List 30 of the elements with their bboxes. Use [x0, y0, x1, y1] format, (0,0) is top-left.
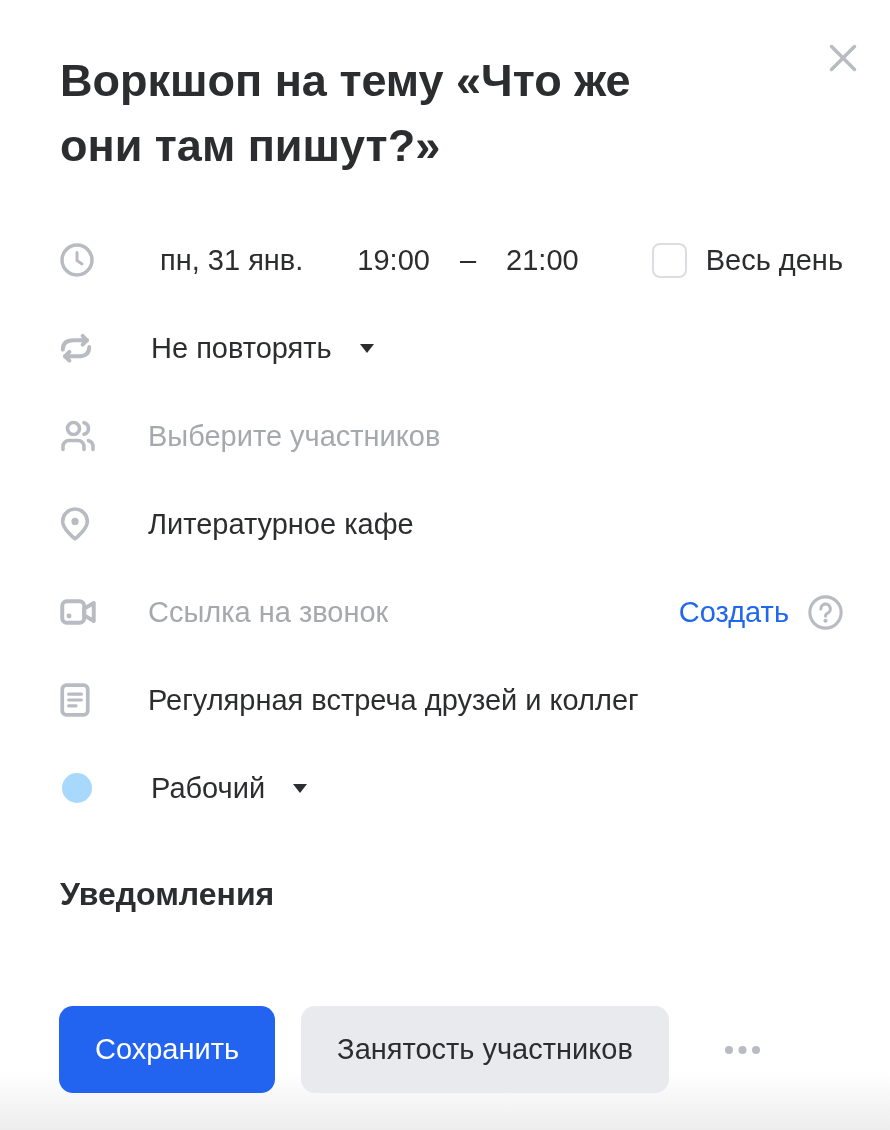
- close-button[interactable]: [829, 44, 857, 72]
- more-button[interactable]: [724, 1045, 760, 1054]
- more-icon: [724, 1045, 760, 1054]
- help-icon: [808, 594, 843, 630]
- all-day-checkbox[interactable]: [651, 242, 687, 278]
- note-icon: [60, 683, 90, 717]
- map-pin-icon: [60, 507, 90, 541]
- video-camera-icon: [60, 599, 96, 625]
- repeat-dropdown[interactable]: Не повторять: [148, 331, 374, 365]
- calendar-dropdown[interactable]: Рабочий: [148, 771, 308, 805]
- people-icon: [60, 418, 96, 454]
- create-link[interactable]: Создать: [678, 595, 789, 629]
- caret-icon: [293, 783, 308, 793]
- repeat-icon: [60, 333, 92, 363]
- event-title: Воркшоп на тему «Что же они там пишут?»: [60, 54, 632, 173]
- caret-icon: [359, 343, 374, 353]
- all-day-label[interactable]: Весь день: [705, 243, 843, 277]
- save-button[interactable]: Сохранить: [59, 1006, 276, 1093]
- close-icon: [829, 44, 857, 72]
- time-separator: –: [459, 243, 477, 277]
- end-time-picker[interactable]: 21:00: [506, 243, 579, 277]
- call-link-field[interactable]: Ссылка на звонок: [148, 590, 663, 634]
- clock-icon: [60, 243, 94, 277]
- date-picker[interactable]: пн, 31 янв.: [160, 243, 304, 277]
- availability-button[interactable]: Занятость участников: [301, 1006, 669, 1093]
- description-field[interactable]: Регулярная встреча друзей и коллег: [148, 678, 843, 722]
- location-field[interactable]: Литературное кафе: [148, 502, 843, 546]
- participants-field[interactable]: Выберите участников: [148, 414, 843, 458]
- notifications-heading: Уведомления: [60, 875, 276, 914]
- start-time-picker[interactable]: 19:00: [357, 243, 430, 277]
